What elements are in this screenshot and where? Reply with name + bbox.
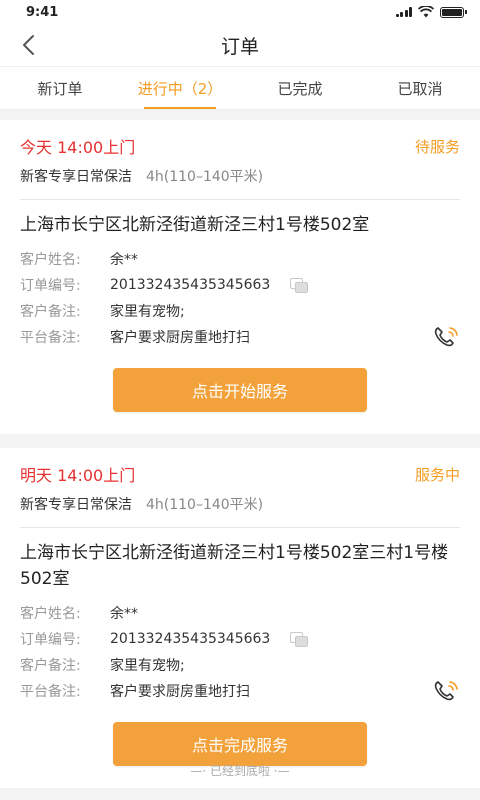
order-number-label: 订单编号: xyxy=(20,278,81,294)
complete-service-button[interactable]: 点击完成服务 xyxy=(113,722,367,766)
service-duration: 4h(110–140平米) xyxy=(146,497,264,513)
order-address: 上海市长宁区北新泾街道新泾三村1号楼502室 xyxy=(20,215,370,235)
order-address: 上海市长宁区北新泾街道新泾三村1号楼502室三村1号楼502室 xyxy=(20,543,449,589)
signal-icon xyxy=(395,7,412,17)
tab-completed[interactable]: 已完成 xyxy=(240,67,360,109)
platform-note-label: 平台备注: xyxy=(20,684,81,700)
order-number: 201332435435345663 xyxy=(110,277,271,293)
order-card: 今天 14:00上门 待服务 新客专享日常保洁 4h(110–140平米) 上海… xyxy=(0,120,480,434)
order-tabs: 新订单 进行中（2） 已完成 已取消 xyxy=(0,66,480,110)
customer-name-label: 客户姓名: xyxy=(20,606,81,622)
customer-name: 余** xyxy=(110,252,138,268)
status-icons xyxy=(395,6,467,18)
order-card: 明天 14:00上门 服务中 新客专享日常保洁 4h(110–140平米) 上海… xyxy=(0,448,480,788)
phone-icon[interactable] xyxy=(432,679,460,703)
platform-note-label: 平台备注: xyxy=(20,330,81,346)
order-time: 今天 14:00上门 xyxy=(20,138,136,157)
divider xyxy=(20,199,460,200)
tab-new-orders[interactable]: 新订单 xyxy=(0,67,120,109)
tab-cancelled[interactable]: 已取消 xyxy=(360,67,480,109)
service-name: 新客专享日常保洁 xyxy=(20,169,132,185)
wifi-icon xyxy=(418,6,434,18)
nav-bar: 订单 xyxy=(0,24,480,66)
customer-note-label: 客户备注: xyxy=(20,658,81,674)
customer-note-label: 客户备注: xyxy=(20,304,81,320)
customer-note: 家里有宠物; xyxy=(110,658,185,674)
chevron-left-icon xyxy=(23,35,34,55)
start-service-button[interactable]: 点击开始服务 xyxy=(113,368,367,412)
back-button[interactable] xyxy=(14,31,42,59)
platform-note: 客户要求厨房重地打扫 xyxy=(110,684,250,700)
copy-icon[interactable] xyxy=(290,278,309,293)
order-status: 服务中 xyxy=(414,465,460,484)
end-of-list-text: —· 已经到底啦 ·— xyxy=(190,764,290,778)
order-status: 待服务 xyxy=(414,137,460,156)
order-number: 201332435435345663 xyxy=(110,631,271,647)
status-time: 9:41 xyxy=(26,4,59,20)
status-bar: 9:41 xyxy=(0,0,480,24)
customer-name-label: 客户姓名: xyxy=(20,252,81,268)
customer-note: 家里有宠物; xyxy=(110,304,185,320)
service-duration: 4h(110–140平米) xyxy=(146,169,264,185)
order-list: 今天 14:00上门 待服务 新客专享日常保洁 4h(110–140平米) 上海… xyxy=(0,120,480,800)
copy-icon[interactable] xyxy=(290,632,309,647)
order-time: 明天 14:00上门 xyxy=(20,466,136,485)
service-name: 新客专享日常保洁 xyxy=(20,497,132,513)
divider xyxy=(20,527,460,528)
page-title: 订单 xyxy=(220,35,259,58)
phone-icon[interactable] xyxy=(432,325,460,349)
tab-in-progress[interactable]: 进行中（2） xyxy=(120,67,240,109)
customer-name: 余** xyxy=(110,606,138,622)
order-number-label: 订单编号: xyxy=(20,632,81,648)
battery-icon xyxy=(440,6,467,18)
platform-note: 客户要求厨房重地打扫 xyxy=(110,330,250,346)
